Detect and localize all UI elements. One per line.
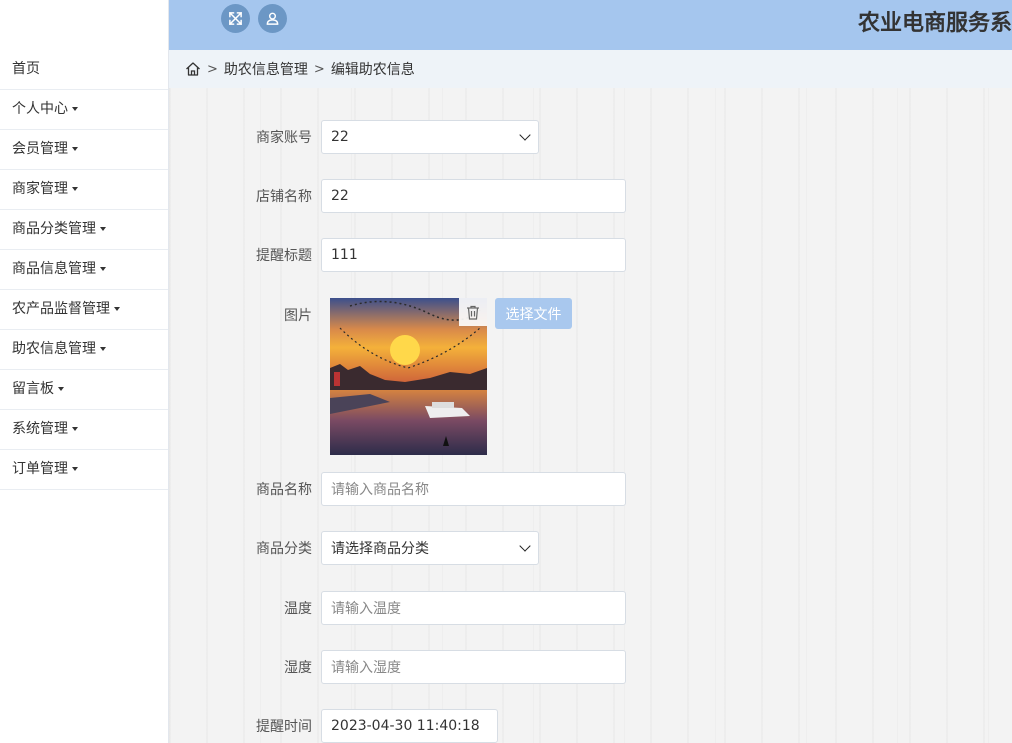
delete-image-button[interactable] (459, 298, 487, 326)
breadcrumb-level2: 编辑助农信息 (330, 62, 415, 78)
caret-down-icon (100, 227, 106, 231)
sidebar-item-farmer-aid-management[interactable]: 助农信息管理 (0, 330, 168, 370)
form-row-product-category: 商品分类 请选择商品分类 (169, 531, 539, 565)
form-row-humidity: 湿度 请输入湿度 (169, 650, 626, 684)
form-row-temperature: 温度 请输入温度 (169, 591, 626, 625)
sidebar: 首页 个人中心 会员管理 商家管理 商品分类管理 商品信息管理 农产品监督管理 … (0, 0, 169, 743)
caret-down-icon (72, 467, 78, 471)
caret-down-icon (114, 307, 120, 311)
sidebar-item-produce-supervision[interactable]: 农产品监督管理 (0, 290, 168, 330)
app-title: 农业电商服务系 (857, 11, 1012, 36)
caret-down-icon (72, 187, 78, 191)
sidebar-item-order-management[interactable]: 订单管理 (0, 450, 168, 490)
product-name-label: 商品名称 (256, 482, 312, 498)
sidebar-menu: 首页 个人中心 会员管理 商家管理 商品分类管理 商品信息管理 农产品监督管理 … (0, 50, 168, 490)
sidebar-item-home[interactable]: 首页 (0, 50, 168, 90)
temperature-input[interactable]: 请输入温度 (321, 591, 626, 625)
form-row-reminder-title: 提醒标题 111 (169, 238, 626, 272)
breadcrumb-level1[interactable]: 助农信息管理 (224, 59, 308, 79)
caret-down-icon (100, 347, 106, 351)
home-icon[interactable] (185, 61, 201, 77)
merchant-account-select[interactable]: 22 (321, 120, 539, 154)
caret-down-icon (58, 387, 64, 391)
breadcrumb-separator: > (313, 61, 325, 77)
image-label: 图片 (284, 308, 312, 324)
reminder-title-input[interactable]: 111 (321, 238, 626, 272)
trash-icon (467, 305, 479, 320)
merchant-account-label: 商家账号 (256, 130, 312, 146)
caret-down-icon (100, 267, 106, 271)
sidebar-item-message-board[interactable]: 留言板 (0, 370, 168, 410)
breadcrumb: > 助农信息管理 > 编辑助农信息 (169, 50, 1012, 88)
form-row-image: 图片 (169, 298, 321, 332)
humidity-input[interactable]: 请输入湿度 (321, 650, 626, 684)
shop-name-label: 店铺名称 (256, 189, 312, 205)
top-header: 农业电商服务系 (169, 0, 1012, 50)
expand-icon (229, 12, 242, 25)
caret-down-icon (72, 107, 78, 111)
reminder-time-input[interactable]: 2023-04-30 11:40:18 (321, 709, 498, 743)
chevron-down-icon (519, 129, 531, 141)
sidebar-item-category-management[interactable]: 商品分类管理 (0, 210, 168, 250)
reminder-title-label: 提醒标题 (256, 248, 312, 264)
sidebar-item-member-management[interactable]: 会员管理 (0, 130, 168, 170)
user-profile-button[interactable] (258, 4, 287, 33)
sidebar-item-merchant-management[interactable]: 商家管理 (0, 170, 168, 210)
temperature-label: 温度 (284, 601, 312, 617)
product-category-select[interactable]: 请选择商品分类 (321, 531, 539, 565)
user-icon (266, 12, 279, 25)
form-row-shop-name: 店铺名称 22 (169, 179, 626, 213)
shop-name-input[interactable]: 22 (321, 179, 626, 213)
product-name-input[interactable]: 请输入商品名称 (321, 472, 626, 506)
sidebar-item-product-info-management[interactable]: 商品信息管理 (0, 250, 168, 290)
sidebar-item-system-management[interactable]: 系统管理 (0, 410, 168, 450)
sidebar-item-personal-center[interactable]: 个人中心 (0, 90, 168, 130)
form-row-reminder-time: 提醒时间 2023-04-30 11:40:18 (169, 709, 498, 743)
form-row-merchant-account: 商家账号 22 (169, 120, 539, 154)
edit-form: 商家账号 22 店铺名称 22 提醒标题 111 图片 选择文件 商品名称 请输… (169, 88, 1012, 743)
caret-down-icon (72, 427, 78, 431)
fullscreen-button[interactable] (221, 4, 250, 33)
humidity-label: 湿度 (284, 660, 312, 676)
chevron-down-icon (519, 540, 531, 552)
reminder-time-label: 提醒时间 (256, 719, 312, 735)
product-category-label: 商品分类 (256, 541, 312, 557)
form-row-product-name: 商品名称 请输入商品名称 (169, 472, 626, 506)
breadcrumb-separator: > (207, 61, 218, 77)
caret-down-icon (72, 147, 78, 151)
choose-file-button[interactable]: 选择文件 (495, 298, 572, 329)
